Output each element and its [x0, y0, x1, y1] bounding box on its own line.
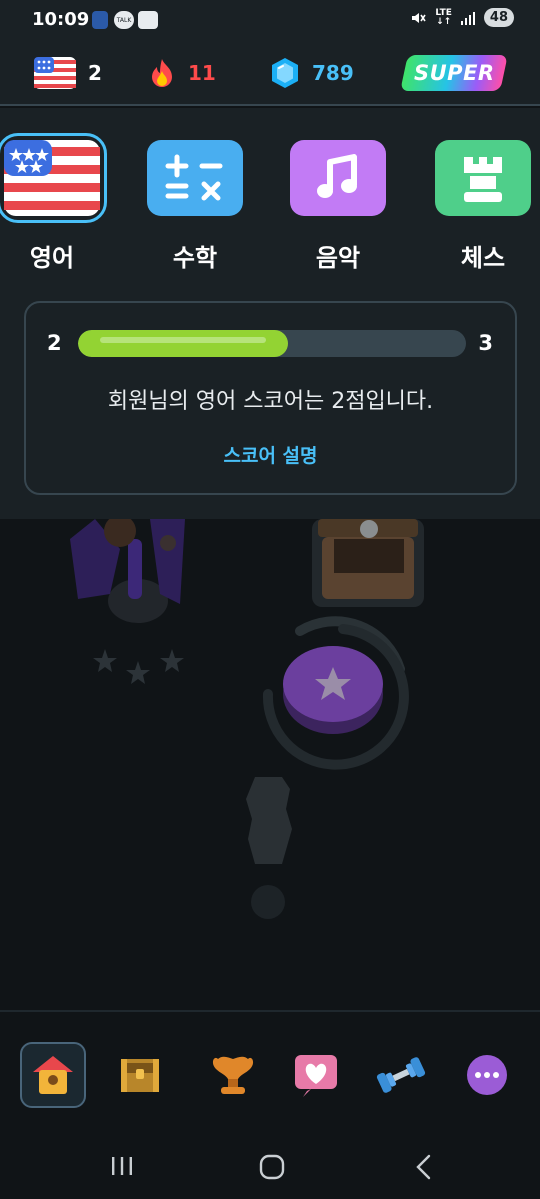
locked-node — [246, 777, 292, 919]
nav-friends[interactable] — [283, 1042, 349, 1108]
current-level: 2 — [47, 331, 62, 355]
status-time: 10:09 — [32, 9, 90, 30]
score-progress-bar — [78, 330, 466, 357]
network-type: LTE ↓↑ — [435, 7, 452, 27]
character-illustration — [70, 519, 185, 623]
course-panel: 영어 수학 음악 체스 2 3 회원님의 영어 스코어는 2점입니다. 스코어 … — [0, 108, 540, 519]
course-tile — [435, 140, 531, 216]
nav-leaderboard[interactable] — [200, 1042, 266, 1108]
rating-stars — [93, 649, 184, 684]
heart-icon — [295, 1055, 337, 1097]
gems-count: 789 — [312, 61, 354, 85]
message-notification-icon — [138, 11, 158, 29]
top-header: 2 11 789 SUPER — [0, 40, 540, 106]
nav-chest[interactable] — [107, 1042, 173, 1108]
gem-icon — [272, 58, 298, 88]
learning-path-background — [70, 519, 424, 919]
battery-indicator: 48 — [483, 8, 514, 27]
course-selector-button[interactable]: 2 — [34, 57, 102, 89]
talk-notification-icon: TALK — [114, 11, 134, 29]
courses-count: 2 — [88, 61, 102, 85]
streak-count: 11 — [188, 61, 216, 85]
treasure-chest-icon — [121, 1059, 159, 1092]
app-notification-icon — [92, 11, 108, 29]
recent-apps-button[interactable] — [110, 1155, 134, 1177]
score-explanation-link[interactable]: 스코어 설명 — [26, 441, 515, 468]
course-english[interactable]: 영어 — [0, 133, 107, 273]
nav-more[interactable] — [454, 1042, 520, 1108]
chess-rook-icon — [464, 157, 502, 202]
course-math[interactable]: 수학 — [140, 140, 250, 273]
super-button[interactable]: SUPER — [400, 55, 508, 91]
course-label: 수학 — [172, 244, 218, 272]
treasure-chest-node — [312, 519, 424, 607]
course-music[interactable]: 음악 — [283, 140, 393, 273]
home-button[interactable] — [259, 1154, 285, 1180]
home-icon — [33, 1056, 73, 1094]
next-level: 3 — [478, 331, 493, 355]
us-flag-icon — [34, 57, 76, 89]
course-label: 체스 — [460, 244, 506, 272]
music-note-icon — [317, 154, 357, 198]
nav-home[interactable] — [20, 1042, 86, 1108]
score-card: 2 3 회원님의 영어 스코어는 2점입니다. 스코어 설명 — [24, 301, 517, 495]
status-bar: 10:09 TALK LTE ↓↑ 48 — [0, 0, 540, 40]
trophy-icon — [212, 1056, 254, 1094]
score-progress-fill — [78, 330, 288, 357]
nav-practice[interactable] — [368, 1042, 434, 1108]
active-lesson-node — [262, 616, 409, 770]
bottom-navigation — [0, 1010, 540, 1135]
flame-icon — [152, 59, 172, 87]
system-navigation-bar — [0, 1135, 540, 1199]
dumbbell-icon — [376, 1057, 426, 1093]
course-tile — [290, 140, 386, 216]
gems-button[interactable]: 789 — [270, 57, 354, 89]
score-message: 회원님의 영어 스코어는 2점입니다. — [107, 389, 434, 414]
course-label: 영어 — [29, 244, 75, 272]
back-button[interactable] — [414, 1154, 434, 1180]
streak-button[interactable]: 11 — [148, 57, 216, 89]
math-symbols-icon — [165, 154, 223, 201]
signal-icon — [460, 11, 475, 25]
course-tile — [0, 133, 107, 223]
course-chess[interactable]: 체스 — [428, 140, 538, 273]
mute-icon — [412, 12, 427, 23]
super-label: SUPER — [413, 61, 495, 85]
us-flag-icon — [4, 140, 100, 216]
more-icon — [467, 1055, 507, 1095]
course-tile — [147, 140, 243, 216]
course-label: 음악 — [315, 244, 361, 272]
